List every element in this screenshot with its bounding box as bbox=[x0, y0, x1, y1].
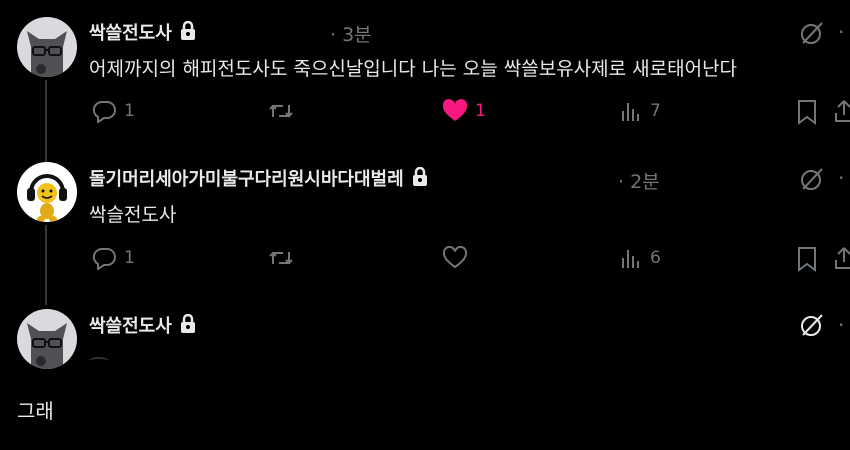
grok-icon[interactable] bbox=[800, 21, 824, 49]
post[interactable]: 싹쓸전도사 · bbox=[0, 292, 850, 372]
share-icon bbox=[835, 247, 850, 269]
more-icon[interactable]: · bbox=[838, 313, 844, 337]
avatar[interactable] bbox=[17, 162, 77, 222]
heart-icon bbox=[442, 246, 468, 269]
lock-icon bbox=[412, 166, 428, 192]
timestamp[interactable]: · 3분 bbox=[330, 20, 372, 47]
retweet-button[interactable] bbox=[268, 246, 294, 270]
author-name-text: 싹쓸전도사 bbox=[89, 316, 172, 337]
truncated-content bbox=[89, 357, 109, 365]
author-name[interactable]: 돌기머리세아가미불구다리원시바다대벌레 bbox=[89, 165, 428, 192]
like-button[interactable]: 1 bbox=[442, 99, 486, 123]
lock-icon bbox=[180, 313, 196, 339]
bookmark-icon bbox=[798, 247, 816, 272]
share-icon bbox=[835, 100, 850, 122]
author-name[interactable]: 싹쓸전도사 bbox=[89, 312, 196, 339]
reply-text: 그래 bbox=[17, 399, 54, 423]
bookmark-icon bbox=[798, 100, 816, 125]
bookmark-button[interactable] bbox=[796, 246, 818, 272]
more-icon[interactable]: · bbox=[838, 166, 844, 190]
views-count: 7 bbox=[650, 101, 661, 121]
reply-button[interactable]: 1 bbox=[91, 99, 135, 123]
reply-count: 1 bbox=[124, 101, 135, 121]
grok-icon[interactable] bbox=[800, 313, 824, 341]
author-name-text: 싹쓸전도사 bbox=[89, 23, 172, 44]
share-button[interactable] bbox=[834, 99, 850, 123]
lock-icon bbox=[180, 20, 196, 46]
retweet-icon bbox=[269, 251, 293, 265]
like-button[interactable] bbox=[442, 246, 468, 270]
more-icon[interactable]: · bbox=[838, 20, 844, 44]
post-actions: 1 6 bbox=[0, 246, 850, 276]
grok-icon[interactable] bbox=[800, 167, 824, 195]
post[interactable]: 싹쓸전도사 · 3분 · 어제까지의 해피전도사도 죽으신날입니다 나는 오늘 … bbox=[0, 0, 850, 140]
avatar[interactable] bbox=[17, 17, 77, 77]
author-name-text: 돌기머리세아가미불구다리원시바다대벌레 bbox=[89, 169, 404, 190]
avatar[interactable] bbox=[17, 309, 77, 369]
views-icon bbox=[622, 250, 639, 268]
author-name[interactable]: 싹쓸전도사 bbox=[89, 19, 196, 46]
reply-icon bbox=[92, 247, 116, 270]
post-text: 어제까지의 해피전도사도 죽으신날입니다 나는 오늘 싹쓸보유사제로 새로태어난… bbox=[89, 58, 738, 80]
like-count: 1 bbox=[475, 101, 486, 121]
reply-count: 1 bbox=[124, 248, 135, 268]
views-button[interactable]: 7 bbox=[619, 99, 661, 123]
views-icon bbox=[622, 103, 639, 121]
post[interactable]: 돌기머리세아가미불구다리원시바다대벌레 · 2분 · 싹슬전도사 1 6 bbox=[0, 145, 850, 290]
retweet-icon bbox=[269, 104, 293, 118]
views-count: 6 bbox=[650, 248, 661, 268]
reply-button[interactable]: 1 bbox=[91, 246, 135, 270]
heart-icon bbox=[442, 99, 468, 121]
post-text: 싹슬전도사 bbox=[89, 204, 177, 226]
views-button[interactable]: 6 bbox=[619, 246, 661, 270]
share-button[interactable] bbox=[834, 246, 850, 270]
reply-icon bbox=[92, 100, 116, 123]
bookmark-button[interactable] bbox=[796, 99, 818, 125]
timestamp[interactable]: · 2분 bbox=[618, 167, 660, 194]
retweet-button[interactable] bbox=[268, 99, 294, 123]
post-actions: 1 1 7 bbox=[0, 99, 850, 129]
